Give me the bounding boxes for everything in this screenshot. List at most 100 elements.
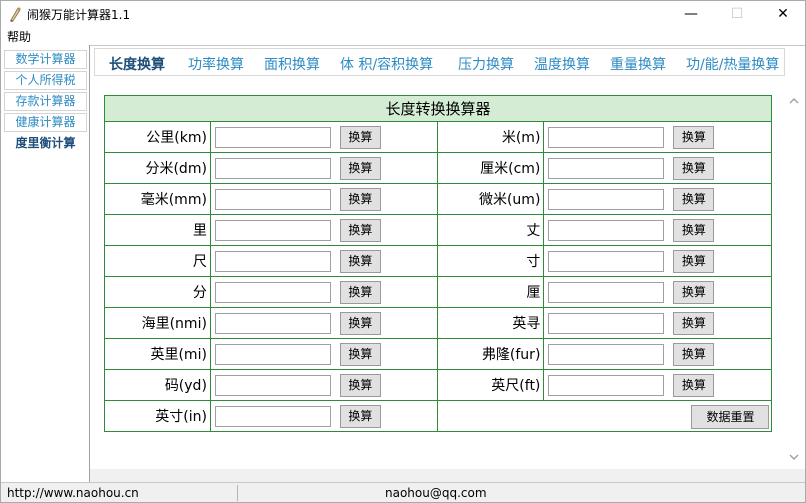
tab-power[interactable]: 功率换算 — [188, 54, 244, 74]
unit-value-input[interactable] — [548, 219, 665, 241]
convert-button[interactable]: 换算 — [673, 373, 715, 397]
unit-label: 弗隆(fur) — [437, 338, 545, 370]
convert-button[interactable]: 换算 — [673, 311, 715, 335]
unit-value-input[interactable] — [548, 281, 665, 303]
minimize-button[interactable]: — — [668, 1, 714, 27]
unit-field-cell: 换算 — [209, 245, 439, 277]
sidebar-item-math[interactable]: 数学计算器 — [4, 50, 87, 69]
status-divider — [237, 485, 238, 501]
unit-value-input[interactable] — [214, 219, 331, 241]
unit-label: 英寸(in) — [104, 400, 211, 432]
unit-label: 微米(um) — [437, 183, 545, 215]
unit-field-cell: 换算 — [543, 307, 772, 339]
unit-value-input[interactable] — [214, 405, 331, 427]
convert-button[interactable]: 换算 — [339, 280, 381, 304]
unit-label: 英里(mi) — [104, 338, 211, 370]
convert-button[interactable]: 换算 — [339, 187, 381, 211]
unit-field-cell: 换算 — [543, 338, 772, 370]
minimize-icon: — — [684, 6, 698, 22]
vertical-scrollbar[interactable] — [785, 90, 803, 468]
app-logo-icon — [10, 7, 21, 22]
unit-value-input[interactable] — [548, 374, 665, 396]
unit-value-input[interactable] — [548, 188, 665, 210]
status-website: http://www.naohou.cn — [7, 486, 139, 500]
unit-field-cell: 换算 — [543, 214, 772, 246]
convert-button[interactable]: 换算 — [673, 187, 715, 211]
unit-label: 海里(nmi) — [104, 307, 211, 339]
converter-row: 毫米(mm) 换算 微米(um) 换算 — [104, 183, 772, 215]
convert-button[interactable]: 换算 — [339, 249, 381, 273]
convert-button[interactable]: 换算 — [339, 404, 381, 428]
main-panel: 长度换算 功率换算 面积换算 体 积/容积换算 压力换算 温度换算 重量换算 功… — [90, 45, 805, 483]
maximize-button[interactable]: ☐ — [714, 1, 760, 27]
scroll-up-icon[interactable] — [789, 96, 799, 106]
unit-value-input[interactable] — [214, 188, 331, 210]
converter-row: 分米(dm) 换算 厘米(cm) 换算 — [104, 152, 772, 184]
sidebar-item-income-tax[interactable]: 个人所得税 — [4, 71, 87, 90]
convert-button[interactable]: 换算 — [339, 342, 381, 366]
unit-field-cell: 换算 — [209, 369, 439, 401]
convert-button[interactable]: 换算 — [673, 156, 715, 180]
unit-value-input[interactable] — [214, 126, 331, 148]
unit-value-input[interactable] — [548, 126, 665, 148]
unit-value-input[interactable] — [214, 281, 331, 303]
close-icon: ✕ — [777, 6, 789, 22]
unit-field-cell: 换算 — [209, 152, 439, 184]
sidebar: 数学计算器 个人所得税 存款计算器 健康计算器 度里衡计算 — [1, 45, 90, 482]
unit-value-input[interactable] — [214, 250, 331, 272]
tab-pressure[interactable]: 压力换算 — [458, 54, 514, 74]
title-bar: 闹猴万能计算器1.1 — ☐ ✕ — [1, 1, 805, 27]
unit-field-cell: 换算 — [543, 245, 772, 277]
converter-row: 码(yd) 换算 英尺(ft) 换算 — [104, 369, 772, 401]
tab-energy[interactable]: 功/能/热量换算 — [686, 54, 779, 74]
convert-button[interactable]: 换算 — [339, 218, 381, 242]
window-title: 闹猴万能计算器1.1 — [27, 8, 131, 22]
unit-value-input[interactable] — [548, 312, 665, 334]
convert-button[interactable]: 换算 — [673, 218, 715, 242]
converter-row: 英寸(in) 换算 数据重置 — [104, 400, 772, 432]
status-email: naohou@qq.com — [385, 486, 487, 500]
unit-value-input[interactable] — [214, 312, 331, 334]
convert-button[interactable]: 换算 — [673, 280, 715, 304]
unit-value-input[interactable] — [548, 343, 665, 365]
reset-button[interactable]: 数据重置 — [691, 404, 770, 429]
tab-area[interactable]: 面积换算 — [264, 54, 320, 74]
close-button[interactable]: ✕ — [760, 1, 806, 27]
converter-row: 英里(mi) 换算 弗隆(fur) 换算 — [104, 338, 772, 370]
unit-value-input[interactable] — [548, 157, 665, 179]
convert-button[interactable]: 换算 — [339, 156, 381, 180]
app-window: 闹猴万能计算器1.1 — ☐ ✕ 帮助 数学计算器 个人所得税 存款计算器 健康… — [0, 0, 806, 503]
unit-value-input[interactable] — [214, 374, 331, 396]
unit-value-input[interactable] — [214, 157, 331, 179]
sidebar-item-deposit[interactable]: 存款计算器 — [4, 92, 87, 111]
menu-help[interactable]: 帮助 — [7, 28, 31, 45]
unit-label: 英寻 — [437, 307, 545, 339]
sidebar-item-measurement[interactable]: 度里衡计算 — [4, 134, 87, 153]
tab-volume[interactable]: 体 积/容积换算 — [340, 54, 433, 74]
convert-button[interactable]: 换算 — [339, 373, 381, 397]
converter-row: 海里(nmi) 换算 英寻 换算 — [104, 307, 772, 339]
convert-button[interactable]: 换算 — [673, 125, 715, 149]
converter-row: 分 换算 厘 换算 — [104, 276, 772, 308]
sidebar-item-health[interactable]: 健康计算器 — [4, 113, 87, 132]
convert-button[interactable]: 换算 — [673, 342, 715, 366]
converter-row: 尺 换算 寸 换算 — [104, 245, 772, 277]
tab-length[interactable]: 长度换算 — [109, 54, 165, 74]
unit-value-input[interactable] — [548, 250, 665, 272]
unit-field-cell: 换算 — [543, 121, 772, 153]
unit-label: 丈 — [437, 214, 545, 246]
tab-temperature[interactable]: 温度换算 — [534, 54, 590, 74]
unit-label: 米(m) — [437, 121, 545, 153]
unit-value-input[interactable] — [214, 343, 331, 365]
menu-bar: 帮助 — [1, 27, 805, 45]
convert-button[interactable]: 换算 — [339, 125, 381, 149]
convert-button[interactable]: 换算 — [673, 249, 715, 273]
unit-label: 厘米(cm) — [437, 152, 545, 184]
horizontal-scrollbar[interactable] — [90, 469, 805, 483]
convert-button[interactable]: 换算 — [339, 311, 381, 335]
unit-field-cell: 换算 — [543, 276, 772, 308]
maximize-icon: ☐ — [730, 6, 744, 22]
tab-weight[interactable]: 重量换算 — [610, 54, 666, 74]
scroll-down-icon[interactable] — [789, 452, 799, 462]
unit-field-cell: 换算 — [209, 214, 439, 246]
